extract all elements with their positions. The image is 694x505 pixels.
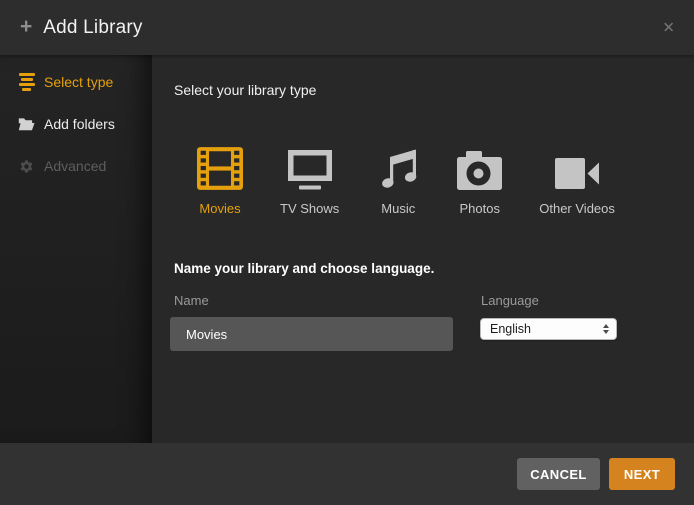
- library-type-row: Movies TV Shows: [197, 145, 615, 216]
- video-camera-icon: [555, 145, 599, 190]
- dialog-title: Add Library: [43, 17, 142, 39]
- name-section-heading: Name your library and choose language.: [174, 261, 434, 276]
- music-note-icon: [376, 145, 420, 190]
- film-icon: [197, 145, 243, 190]
- type-label: Movies: [199, 201, 240, 216]
- type-label: Photos: [460, 201, 500, 216]
- close-icon[interactable]: ✕: [662, 20, 675, 35]
- sidebar-item-select-type[interactable]: Select type: [0, 61, 152, 103]
- next-button[interactable]: NEXT: [609, 458, 675, 490]
- sidebar-item-label: Select type: [44, 74, 113, 90]
- library-name-input[interactable]: [170, 317, 453, 351]
- dialog-footer: CANCEL NEXT: [0, 443, 694, 505]
- gear-icon: [18, 159, 35, 174]
- camera-icon: [457, 145, 502, 190]
- cancel-button[interactable]: CANCEL: [517, 458, 600, 490]
- type-label: TV Shows: [280, 201, 339, 216]
- library-type-tv-shows[interactable]: TV Shows: [280, 145, 339, 216]
- folder-icon: [18, 117, 35, 131]
- plus-icon: +: [20, 16, 32, 37]
- dialog-header: + Add Library ✕: [0, 0, 694, 55]
- language-select[interactable]: English: [480, 318, 617, 340]
- library-type-photos[interactable]: Photos: [457, 145, 502, 216]
- select-type-icon: [18, 73, 35, 91]
- tv-icon: [287, 145, 333, 190]
- library-type-other-videos[interactable]: Other Videos: [539, 145, 615, 216]
- library-type-music[interactable]: Music: [376, 145, 420, 216]
- library-type-movies[interactable]: Movies: [197, 145, 243, 216]
- select-stepper-icon: [603, 324, 609, 334]
- sidebar-item-label: Add folders: [44, 116, 115, 132]
- language-select-value: English: [490, 322, 603, 336]
- type-label: Music: [381, 201, 415, 216]
- wizard-sidebar: Select type Add folders Advanced: [0, 55, 152, 443]
- wizard-content: Select your library type Movies: [152, 55, 694, 443]
- sidebar-item-advanced: Advanced: [0, 145, 152, 187]
- sidebar-item-label: Advanced: [44, 158, 106, 174]
- type-label: Other Videos: [539, 201, 615, 216]
- name-field-label: Name: [174, 293, 209, 308]
- add-library-dialog: + Add Library ✕ Select type Add folders: [0, 0, 694, 505]
- language-field-label: Language: [481, 293, 539, 308]
- sidebar-item-add-folders[interactable]: Add folders: [0, 103, 152, 145]
- select-type-heading: Select your library type: [174, 82, 316, 98]
